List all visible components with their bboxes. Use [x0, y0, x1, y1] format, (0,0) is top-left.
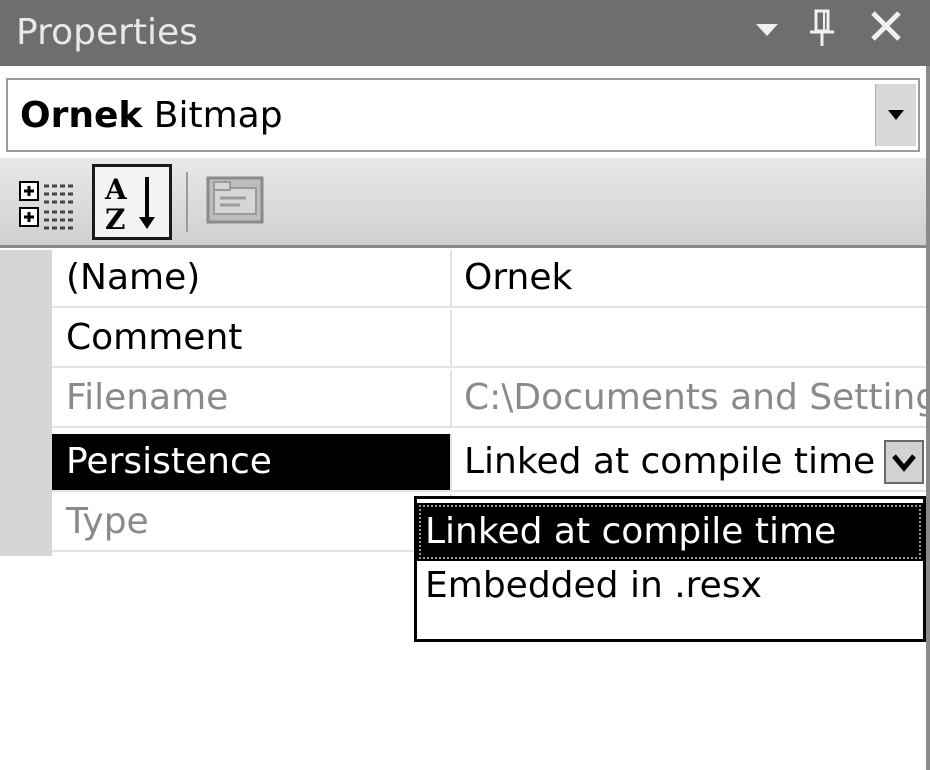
object-selector-combobox[interactable]: Ornek Bitmap	[6, 78, 920, 152]
properties-window: Properties Ornek Bitmap A Z (Name) Ornek…	[0, 0, 930, 770]
object-type: Bitmap	[153, 95, 283, 136]
property-name[interactable]: Filename	[52, 370, 452, 426]
pin-icon[interactable]	[800, 8, 844, 58]
object-name: Ornek	[20, 95, 143, 136]
window-title: Properties	[16, 12, 198, 53]
alphabetical-sort-button[interactable]: A Z	[92, 164, 172, 240]
property-name[interactable]: Comment	[52, 310, 452, 366]
property-value[interactable]: Linked at compile time	[454, 434, 930, 490]
properties-toolbar: A Z	[0, 158, 930, 248]
property-row-comment[interactable]: Comment	[52, 310, 930, 368]
dropdown-option-linked[interactable]: Linked at compile time	[417, 503, 923, 561]
property-pages-button[interactable]	[206, 174, 264, 226]
persistence-dropdown-list[interactable]: Linked at compile time Embedded in .resx	[414, 496, 926, 642]
chevron-down-icon	[892, 454, 916, 472]
sort-az-icon: A Z	[104, 173, 155, 236]
svg-text:Z: Z	[105, 203, 125, 236]
categorized-icon	[19, 181, 76, 230]
categorized-button[interactable]	[18, 178, 80, 232]
svg-text:A: A	[104, 173, 128, 206]
property-value[interactable]: C:\Documents and Settings	[454, 370, 930, 426]
persistence-dropdown-button[interactable]	[884, 440, 924, 484]
grid-left-margin	[0, 250, 52, 556]
selected-object: Ornek Bitmap	[20, 94, 283, 138]
window-right-border	[926, 66, 930, 770]
property-name[interactable]: Persistence	[52, 434, 452, 490]
toolbar-separator	[186, 172, 188, 232]
close-icon[interactable]	[864, 8, 908, 58]
window-position-dropdown-icon[interactable]	[745, 8, 789, 58]
property-row-filename[interactable]: Filename C:\Documents and Settings	[52, 370, 930, 428]
property-value[interactable]	[454, 310, 930, 366]
chevron-down-icon	[888, 110, 904, 120]
dropdown-option-embedded[interactable]: Embedded in .resx	[417, 557, 923, 615]
property-name[interactable]: Type	[52, 494, 452, 550]
title-bar[interactable]: Properties	[0, 0, 930, 66]
object-selector-dropdown-button[interactable]	[875, 84, 916, 146]
property-row-persistence[interactable]: Persistence Linked at compile time	[52, 434, 930, 492]
property-pages-icon	[206, 176, 264, 224]
property-name[interactable]: (Name)	[52, 250, 452, 306]
property-row-name[interactable]: (Name) Ornek	[52, 250, 930, 308]
property-value[interactable]: Ornek	[454, 250, 930, 306]
